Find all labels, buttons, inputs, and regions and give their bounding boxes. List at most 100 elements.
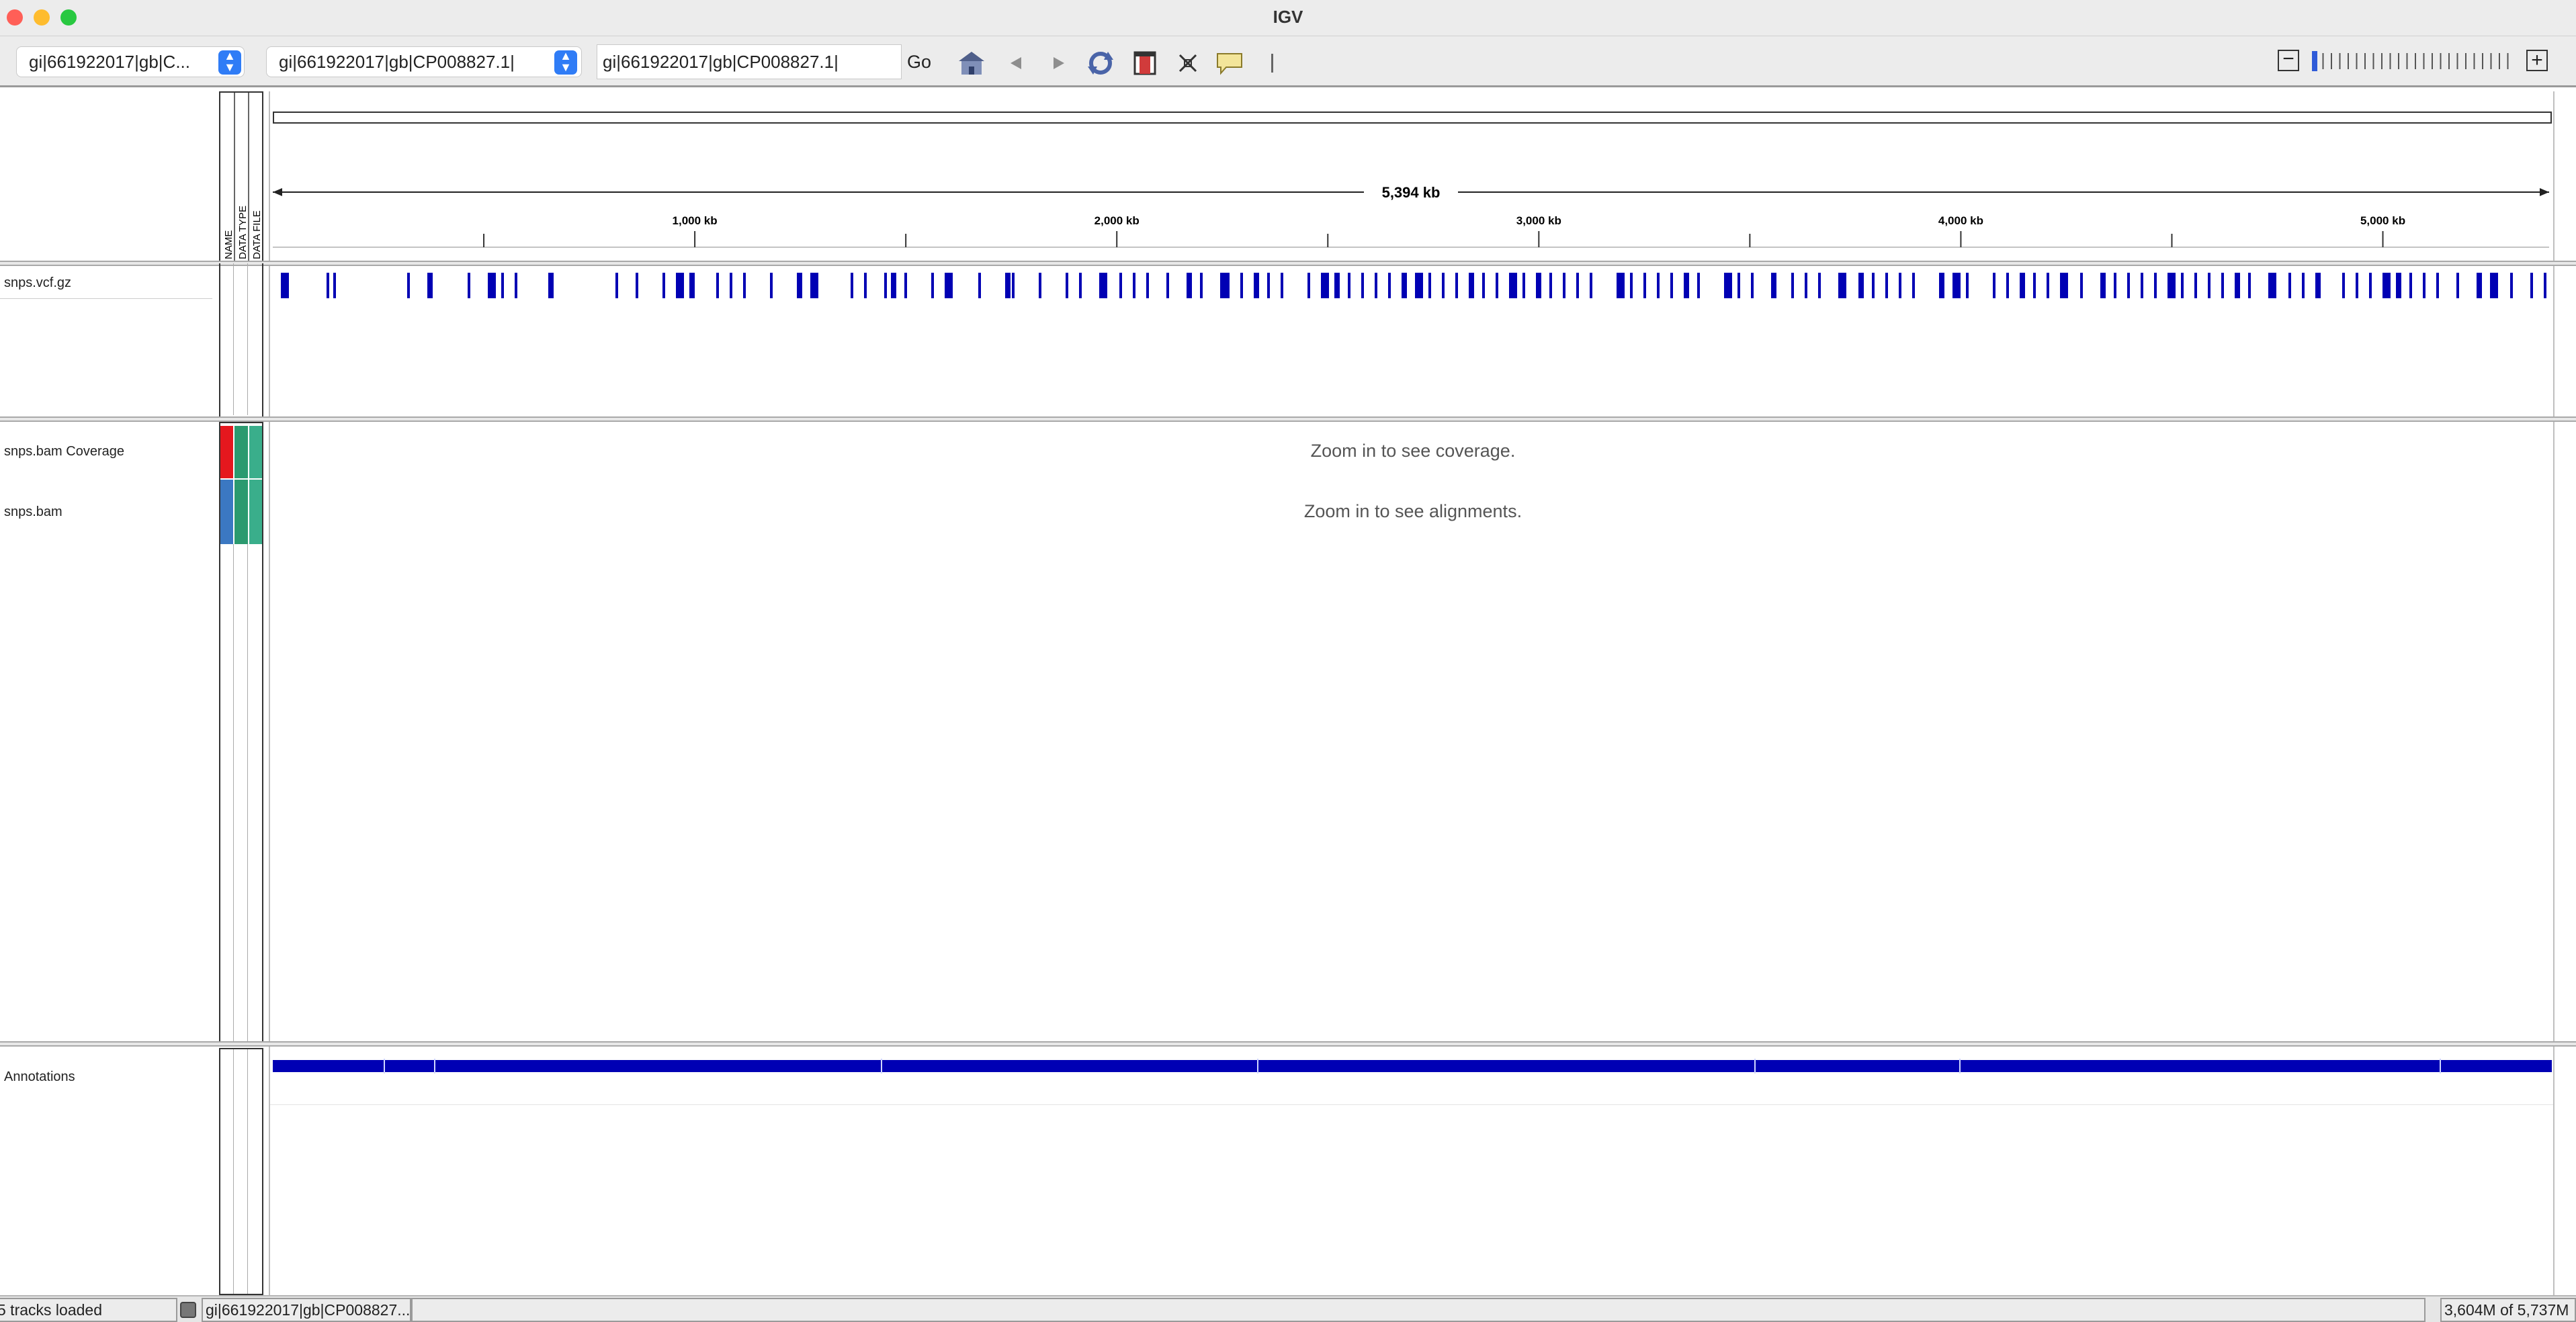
zoom-tick[interactable]	[2423, 53, 2425, 69]
annotation-track[interactable]	[269, 1047, 2554, 1295]
variant-mark[interactable]	[1146, 273, 1149, 298]
variant-mark[interactable]	[1321, 273, 1329, 298]
variant-mark[interactable]	[1200, 273, 1203, 298]
locus-search-input[interactable]: gi|661922017|gb|CP008827.1|	[597, 44, 902, 79]
variant-mark[interactable]	[1187, 273, 1192, 298]
annotation-feature[interactable]	[273, 1060, 2552, 1072]
variant-mark[interactable]	[2369, 273, 2372, 298]
variant-mark[interactable]	[2060, 273, 2068, 298]
track-name-coverage[interactable]: snps.bam Coverage	[4, 444, 124, 459]
vcf-variants[interactable]	[270, 266, 2553, 306]
variant-mark[interactable]	[1724, 273, 1732, 298]
variant-mark[interactable]	[931, 273, 934, 298]
variant-mark[interactable]	[2356, 273, 2358, 298]
variant-mark[interactable]	[1858, 273, 1864, 298]
attribute-swatch[interactable]	[249, 426, 262, 478]
variant-mark[interactable]	[1455, 273, 1458, 298]
variant-mark[interactable]	[2302, 273, 2305, 298]
variant-mark[interactable]	[1590, 273, 1592, 298]
variant-mark[interactable]	[1227, 273, 1230, 298]
go-button[interactable]: Go	[907, 44, 931, 79]
zoom-tick[interactable]	[2473, 53, 2475, 69]
attribute-swatch[interactable]	[234, 480, 248, 544]
refresh-icon[interactable]	[1086, 48, 1115, 78]
variant-mark[interactable]	[1469, 273, 1474, 298]
variant-mark[interactable]	[1348, 273, 1350, 298]
zoom-tick[interactable]	[2356, 53, 2358, 69]
variant-mark[interactable]	[1872, 273, 1875, 298]
variant-mark[interactable]	[2141, 273, 2143, 298]
variant-mark[interactable]	[1885, 273, 1888, 298]
variant-mark[interactable]	[2382, 273, 2391, 298]
variant-mark[interactable]	[2221, 273, 2224, 298]
variant-mark[interactable]	[2409, 273, 2412, 298]
variant-mark[interactable]	[407, 273, 410, 298]
attribute-swatch[interactable]	[249, 480, 262, 544]
annotation-features[interactable]	[270, 1047, 2553, 1100]
variant-mark[interactable]	[2396, 273, 2401, 298]
variant-mark[interactable]	[1536, 273, 1541, 298]
variant-mark[interactable]	[515, 273, 517, 298]
variant-mark[interactable]	[1697, 273, 1700, 298]
variant-mark[interactable]	[1818, 273, 1821, 298]
variant-mark[interactable]	[2423, 273, 2425, 298]
variant-mark[interactable]	[1402, 273, 1407, 298]
variant-mark[interactable]	[2268, 273, 2276, 298]
zoom-tick[interactable]	[2490, 53, 2492, 69]
variant-mark[interactable]	[1361, 273, 1364, 298]
variant-mark[interactable]	[2315, 273, 2321, 298]
variant-mark[interactable]	[864, 273, 867, 298]
variant-mark[interactable]	[2510, 273, 2513, 298]
track-name-alignments[interactable]: snps.bam	[4, 504, 62, 520]
attribute-header-name[interactable]: NAME	[223, 230, 234, 259]
variant-mark[interactable]	[1751, 273, 1754, 298]
variant-mark[interactable]	[1771, 273, 1776, 298]
variant-mark[interactable]	[501, 273, 504, 298]
memory-status[interactable]: 3,604M of 5,737M	[2440, 1298, 2576, 1322]
variant-mark[interactable]	[2208, 273, 2210, 298]
variant-mark[interactable]	[797, 273, 802, 298]
variant-mark[interactable]	[2100, 273, 2106, 298]
forward-icon[interactable]	[1044, 48, 1074, 78]
variant-mark[interactable]	[488, 273, 496, 298]
variant-mark[interactable]	[327, 273, 329, 298]
variant-mark[interactable]	[1563, 273, 1565, 298]
variant-mark[interactable]	[945, 273, 953, 298]
variant-mark[interactable]	[1912, 273, 1915, 298]
variant-mark[interactable]	[676, 273, 684, 298]
genome-dropdown[interactable]: gi|661922017|gb|C... ▲ ▼	[16, 46, 245, 77]
variant-mark[interactable]	[1442, 273, 1445, 298]
variant-mark[interactable]	[2490, 273, 2498, 298]
zoom-tick[interactable]	[2406, 53, 2408, 69]
variant-mark[interactable]	[2033, 273, 2036, 298]
variant-mark[interactable]	[1240, 273, 1243, 298]
variant-mark[interactable]	[1670, 273, 1673, 298]
zoom-tick[interactable]	[2381, 53, 2382, 69]
variant-mark[interactable]	[1307, 273, 1310, 298]
home-icon[interactable]	[957, 48, 986, 78]
panel-divider[interactable]	[0, 416, 2576, 422]
variant-mark[interactable]	[810, 273, 818, 298]
zoom-slider-thumb[interactable]	[2312, 51, 2317, 71]
variant-mark[interactable]	[2167, 273, 2176, 298]
coverage-attributes[interactable]	[220, 426, 262, 478]
zoom-tick[interactable]	[2507, 53, 2509, 69]
variant-mark[interactable]	[1939, 273, 1944, 298]
zoom-tick[interactable]	[2499, 53, 2500, 69]
variant-mark[interactable]	[1334, 273, 1340, 298]
zoom-in-icon[interactable]: +	[2526, 50, 2548, 71]
variant-mark[interactable]	[2248, 273, 2251, 298]
zoom-tick[interactable]	[2448, 53, 2450, 69]
variant-mark[interactable]	[1993, 273, 1995, 298]
zoom-tick[interactable]	[2482, 53, 2483, 69]
variant-mark[interactable]	[1522, 273, 1525, 298]
zoom-tick[interactable]	[2432, 53, 2433, 69]
vcf-track[interactable]	[269, 266, 2554, 416]
variant-mark[interactable]	[2235, 273, 2240, 298]
attribute-swatch[interactable]	[234, 426, 248, 478]
variant-mark[interactable]	[1791, 273, 1794, 298]
zoom-tick[interactable]	[2440, 53, 2442, 69]
variant-mark[interactable]	[1428, 273, 1431, 298]
variant-mark[interactable]	[730, 273, 732, 298]
variant-mark[interactable]	[1388, 273, 1391, 298]
